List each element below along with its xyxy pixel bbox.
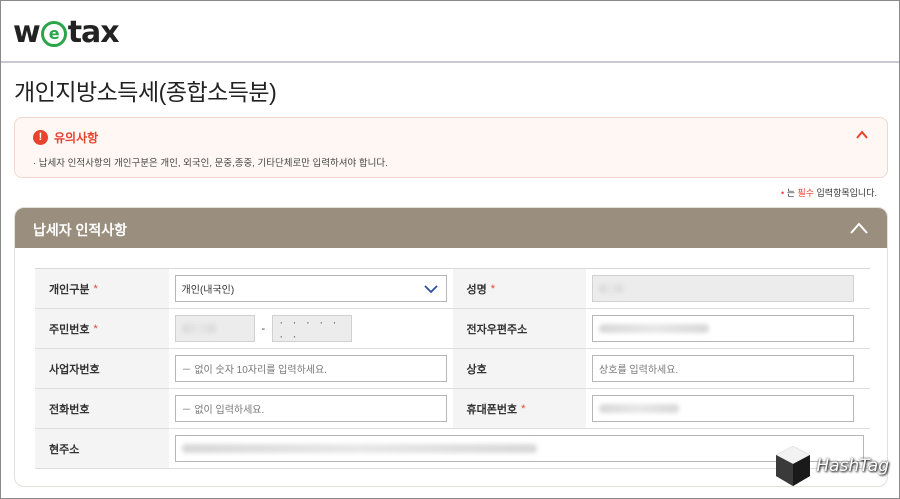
- form-row: 개인구분 * 개인(내국인) 성명 *: [35, 269, 870, 309]
- chevron-down-icon: [423, 285, 438, 294]
- phone-placeholder: － 없이 입력하세요.: [181, 405, 265, 416]
- company-label-text: 상호: [466, 363, 487, 376]
- resident-no-front-field: [174, 315, 255, 342]
- resident-no-cell: - · · · · · · ·: [169, 309, 453, 348]
- wetax-logo[interactable]: w e tax: [13, 15, 120, 50]
- mobile-label: 휴대폰번호 *: [452, 389, 587, 428]
- logo-e-icon: e: [40, 20, 67, 47]
- person-type-value: 개인(내국인): [181, 285, 235, 296]
- required-note-highlight: 필수: [797, 188, 815, 198]
- notice-box: ! 유의사항 · 납세자 인적사항의 개인구분은 개인, 외국인, 문중,종중,…: [14, 117, 888, 178]
- logo-prefix: w: [13, 15, 41, 50]
- person-type-label: 개인구분 *: [35, 269, 169, 308]
- business-no-label: 사업자번호: [35, 349, 169, 388]
- resident-no-label-text: 주민번호: [49, 323, 90, 336]
- business-no-cell: － 없이 숫자 10자리를 입력하세요.: [169, 349, 453, 388]
- notice-text: · 납세자 인적사항의 개인구분은 개인, 외국인, 문중,종중, 기타단체로만…: [33, 158, 388, 169]
- resident-no-dash: -: [261, 322, 266, 335]
- required-mark: *: [521, 402, 526, 415]
- mobile-label-text: 휴대폰번호: [466, 403, 518, 416]
- hashtag-cube-icon: [776, 446, 811, 486]
- person-type-cell: 개인(내국인): [169, 269, 453, 308]
- phone-cell: － 없이 입력하세요.: [169, 389, 453, 428]
- required-mark: *: [93, 282, 98, 295]
- phone-label-text: 전화번호: [49, 403, 90, 416]
- redacted-value: [599, 404, 680, 413]
- mobile-cell: [586, 389, 870, 428]
- email-field[interactable]: [592, 315, 855, 342]
- name-cell: [586, 269, 870, 308]
- name-label-text: 성명: [466, 283, 487, 296]
- notice-header[interactable]: ! 유의사항: [33, 129, 98, 146]
- business-no-field[interactable]: － 없이 숫자 10자리를 입력하세요.: [174, 355, 447, 382]
- taxpayer-form: 개인구분 * 개인(내국인) 성명 * 주민번호 * - · · · · · ·…: [35, 268, 870, 469]
- resident-no-label: 주민번호 *: [35, 309, 169, 348]
- company-cell: 상호를 입력하세요.: [586, 349, 870, 388]
- business-no-placeholder: － 없이 숫자 10자리를 입력하세요.: [181, 365, 327, 376]
- chevron-up-icon[interactable]: [849, 220, 869, 236]
- form-row: 주민번호 * - · · · · · · · 전자우편주소: [35, 309, 870, 349]
- phone-field[interactable]: － 없이 입력하세요.: [174, 395, 447, 422]
- redacted-value: [599, 324, 710, 333]
- redacted-value: [182, 444, 537, 453]
- address-label: 현주소: [35, 429, 169, 468]
- form-row: 현주소: [35, 429, 870, 469]
- person-type-label-text: 개인구분: [49, 283, 90, 296]
- required-note: • 는 필수 입력항목입니다.: [781, 186, 877, 199]
- address-field[interactable]: [175, 435, 864, 462]
- required-mark: *: [490, 282, 496, 295]
- email-cell: [586, 309, 870, 348]
- company-field[interactable]: 상호를 입력하세요.: [592, 355, 855, 382]
- name-field: [592, 275, 855, 302]
- panel-title: 납세자 인적사항: [33, 222, 128, 238]
- required-note-prefix: 는: [784, 188, 798, 198]
- chevron-up-icon[interactable]: [855, 128, 869, 142]
- person-type-select[interactable]: 개인(내국인): [174, 275, 447, 302]
- address-cell: [169, 429, 870, 468]
- site-header: w e tax: [1, 1, 899, 63]
- business-no-label-text: 사업자번호: [49, 363, 100, 376]
- panel-header[interactable]: 납세자 인적사항: [15, 208, 887, 248]
- form-row: 사업자번호 － 없이 숫자 10자리를 입력하세요. 상호 상호를 입력하세요.: [35, 349, 870, 389]
- warning-icon: !: [33, 130, 48, 145]
- email-label-text: 전자우편주소: [466, 323, 528, 336]
- phone-label: 전화번호: [35, 389, 169, 428]
- resident-no-back-field: · · · · · · ·: [272, 314, 353, 343]
- name-label: 성명 *: [452, 269, 587, 308]
- company-label: 상호: [452, 349, 587, 388]
- hashtag-watermark: HashTag: [774, 444, 889, 488]
- required-mark: *: [93, 322, 98, 335]
- logo-suffix: tax: [67, 15, 120, 50]
- address-label-text: 현주소: [49, 443, 80, 456]
- redacted-value: [599, 284, 624, 293]
- mobile-field[interactable]: [592, 395, 855, 422]
- notice-title: 유의사항: [54, 131, 99, 145]
- form-row: 전화번호 － 없이 입력하세요. 휴대폰번호 *: [35, 389, 870, 429]
- redacted-value: [181, 324, 216, 333]
- watermark-text: HashTag: [816, 456, 889, 476]
- resident-no-mask: · · · · · · ·: [279, 314, 340, 343]
- company-placeholder: 상호를 입력하세요.: [599, 365, 679, 376]
- required-note-suffix: 입력항목입니다.: [814, 188, 877, 198]
- page-title: 개인지방소득세(종합소득분): [14, 79, 277, 105]
- email-label: 전자우편주소: [452, 309, 587, 348]
- taxpayer-info-panel: 납세자 인적사항 개인구분 * 개인(내국인) 성명 * 주민번호 * - · …: [14, 207, 888, 487]
